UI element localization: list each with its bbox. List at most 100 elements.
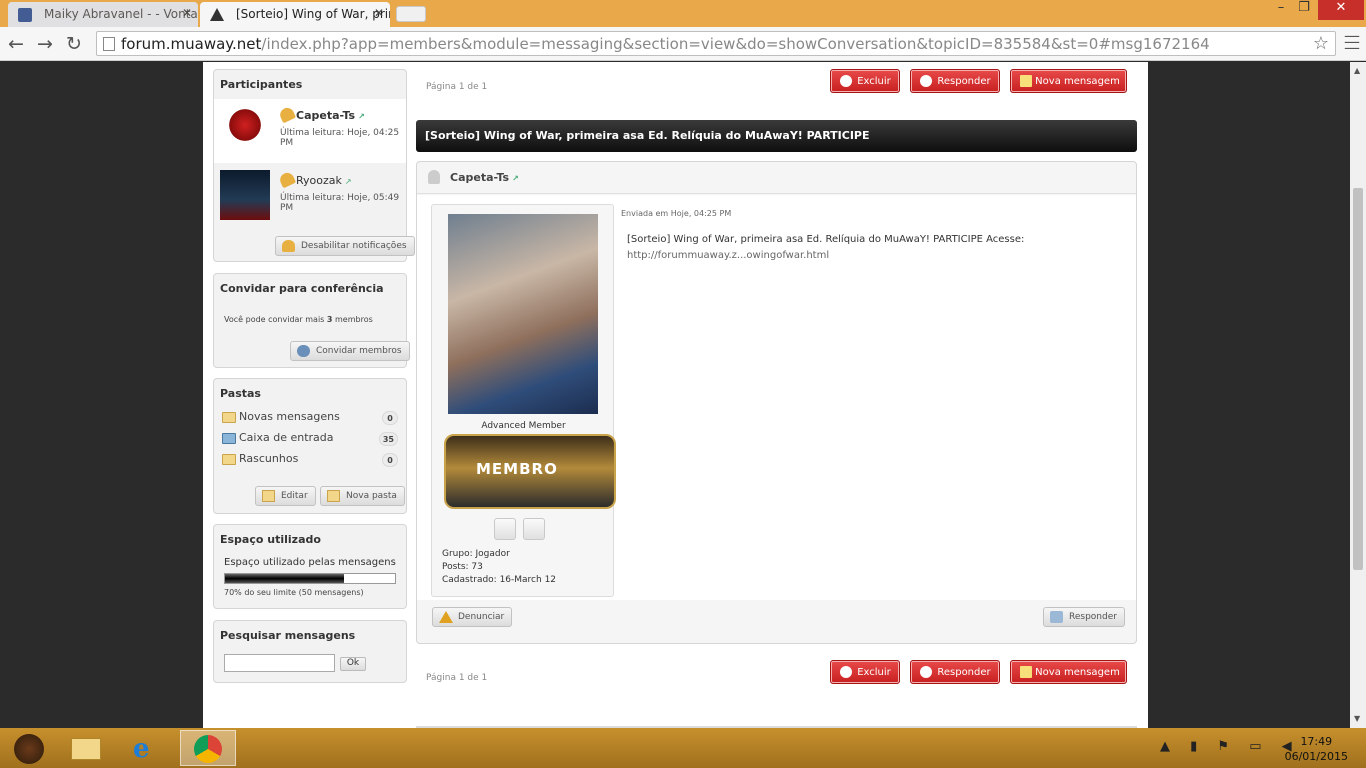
folder-icon (222, 412, 236, 423)
tab-facebook[interactable]: Maiky Abravanel - - Vonta ✕ (8, 2, 198, 27)
disable-notifications-button[interactable]: Desabilitar notificações (275, 236, 415, 256)
invite-box: Convidar para conferência Você pode conv… (213, 273, 410, 368)
pager-bottom: Página 1 de 1 (426, 673, 488, 683)
delete-button[interactable]: Excluir (830, 69, 900, 93)
new-message-icon (1020, 666, 1032, 678)
clock[interactable]: 17:49 06/01/2015 (1285, 734, 1348, 764)
folder-icon (222, 454, 236, 465)
box-title: Pastas (220, 387, 261, 400)
start-button[interactable] (4, 730, 50, 766)
new-tab-button[interactable] (396, 6, 426, 22)
invite-members-button[interactable]: Convidar membros (290, 341, 410, 361)
reply-icon (920, 666, 932, 678)
ie-icon: e (133, 734, 150, 764)
scroll-thumb[interactable] (1353, 188, 1363, 570)
reply-button[interactable]: Responder (910, 660, 1000, 684)
participant-name[interactable]: Capeta-Ts ↗ (296, 109, 365, 122)
post-link[interactable]: http://forummuaway.z...owingofwar.html (627, 248, 1107, 264)
author-photo (448, 214, 598, 414)
reload-icon[interactable]: ↻ (66, 33, 82, 55)
post-date: Enviada em Hoje, 04:25 PM (621, 209, 732, 218)
profile-card-icon[interactable] (494, 518, 516, 540)
scroll-down-icon[interactable]: ▼ (1354, 714, 1360, 723)
message-post: Capeta-Ts ↗ Advanced Member MEMBRO Grupo:… (416, 161, 1137, 644)
warning-triangle-icon (210, 8, 224, 21)
page-icon (103, 37, 115, 51)
folder-drafts[interactable]: Rascunhos 0 (220, 452, 402, 470)
space-progress-bar (224, 573, 396, 584)
url-path: /index.php?app=members&module=messaging&… (261, 35, 1210, 53)
back-icon[interactable]: ← (8, 33, 24, 55)
clock-date: 06/01/2015 (1284, 750, 1348, 763)
box-title: Convidar para conferência (220, 282, 384, 295)
author-actions (494, 518, 552, 543)
chrome-menu-icon[interactable]: — — — (1344, 28, 1360, 56)
search-input[interactable] (224, 654, 335, 672)
minus-circle-icon (840, 666, 852, 678)
page-viewport: Participantes Capeta-Ts ↗ Última leitura:… (0, 62, 1350, 728)
delete-button[interactable]: Excluir (830, 660, 900, 684)
new-message-button[interactable]: Nova mensagem (1010, 69, 1127, 93)
page-scrollbar[interactable]: ▲ ▼ (1350, 62, 1366, 728)
author-info-pane: Advanced Member MEMBRO Grupo: Jogador Po… (431, 204, 616, 597)
last-read: Última leitura: Hoje, 04:25 PM (280, 128, 400, 148)
new-message-button[interactable]: Nova mensagem (1010, 660, 1127, 684)
post-author[interactable]: Capeta-Ts ↗ (450, 171, 519, 184)
edit-folders-button[interactable]: Editar (255, 486, 316, 506)
close-icon[interactable]: ✕ (374, 6, 384, 20)
box-title: Pesquisar mensagens (220, 629, 356, 642)
user-icon (428, 170, 440, 184)
post-reply-button[interactable]: Responder (1043, 607, 1125, 627)
url-host: forum.muaway.net (121, 35, 262, 53)
bookmark-star-icon[interactable]: ☆ (1313, 33, 1329, 54)
count-badge: 0 (382, 453, 398, 467)
folder-inbox[interactable]: Caixa de entrada 35 (220, 431, 402, 449)
taskbar-explorer[interactable] (58, 730, 114, 766)
warning-icon (439, 611, 453, 623)
tab-label: Maiky Abravanel - - Vonta (44, 7, 198, 21)
taskbar-chrome[interactable] (180, 730, 236, 766)
send-message-icon[interactable] (523, 518, 545, 540)
address-bar[interactable]: forum.muaway.net/index.php?app=members&m… (96, 31, 1336, 56)
topic-title-bar: [Sorteio] Wing of War, primeira asa Ed. … (416, 120, 1137, 152)
reply-button[interactable]: Responder (910, 69, 1000, 93)
report-button[interactable]: Denunciar (432, 607, 513, 627)
author-group: Grupo: Jogador (442, 549, 510, 559)
participant-name[interactable]: Ryoozak ↗ (296, 174, 352, 187)
tab-forum[interactable]: [Sorteio] Wing of War, prim ✕ (200, 2, 390, 27)
search-ok-button[interactable]: Ok (340, 657, 366, 671)
minus-circle-icon (840, 75, 852, 87)
scroll-up-icon[interactable]: ▲ (1354, 66, 1360, 75)
reply-bubble-icon (1050, 611, 1063, 623)
system-tray[interactable]: ▲ ▮ ⚑ ▭ ◀ (1160, 739, 1300, 754)
taskbar-internet-explorer[interactable]: e (119, 730, 175, 766)
participant-item: Ryoozak ↗ Última leitura: Hoje, 05:49 PM (214, 164, 406, 228)
new-folder-button[interactable]: Nova pasta (320, 486, 405, 506)
clock-time: 17:49 (1300, 735, 1333, 748)
start-orb-icon (14, 734, 44, 764)
maximize-button[interactable]: ❐ (1294, 0, 1314, 20)
tab-label: [Sorteio] Wing of War, prim (236, 7, 390, 21)
new-message-icon (1020, 75, 1032, 87)
count-badge: 0 (382, 411, 398, 425)
post-body: Advanced Member MEMBRO Grupo: Jogador Po… (417, 195, 1136, 600)
search-box: Pesquisar mensagens Ok (213, 620, 407, 683)
post-header: Capeta-Ts ↗ (417, 162, 1136, 194)
folder-new-messages[interactable]: Novas mensagens 0 (220, 410, 402, 428)
minimize-button[interactable]: – (1268, 0, 1294, 20)
close-icon[interactable]: ✕ (182, 6, 192, 20)
close-window-button[interactable]: ✕ (1318, 0, 1364, 20)
avatar (220, 170, 270, 220)
bell-icon (282, 240, 295, 252)
post-footer: Denunciar Responder (417, 601, 1136, 643)
last-read: Última leitura: Hoje, 05:49 PM (280, 193, 400, 213)
facebook-icon (18, 8, 32, 22)
user-add-icon (297, 345, 310, 357)
avatar (220, 105, 270, 155)
forward-icon[interactable]: → (37, 33, 53, 55)
browser-titlebar: Maiky Abravanel - - Vonta ✕ [Sorteio] Wi… (0, 0, 1366, 27)
space-used-box: Espaço utilizado Espaço utilizado pelas … (213, 524, 407, 609)
author-joined: Cadastrado: 16-March 12 (442, 575, 557, 585)
notification-bell-icon (277, 105, 297, 124)
space-caption: 70% do seu limite (50 mensagens) (224, 588, 364, 597)
